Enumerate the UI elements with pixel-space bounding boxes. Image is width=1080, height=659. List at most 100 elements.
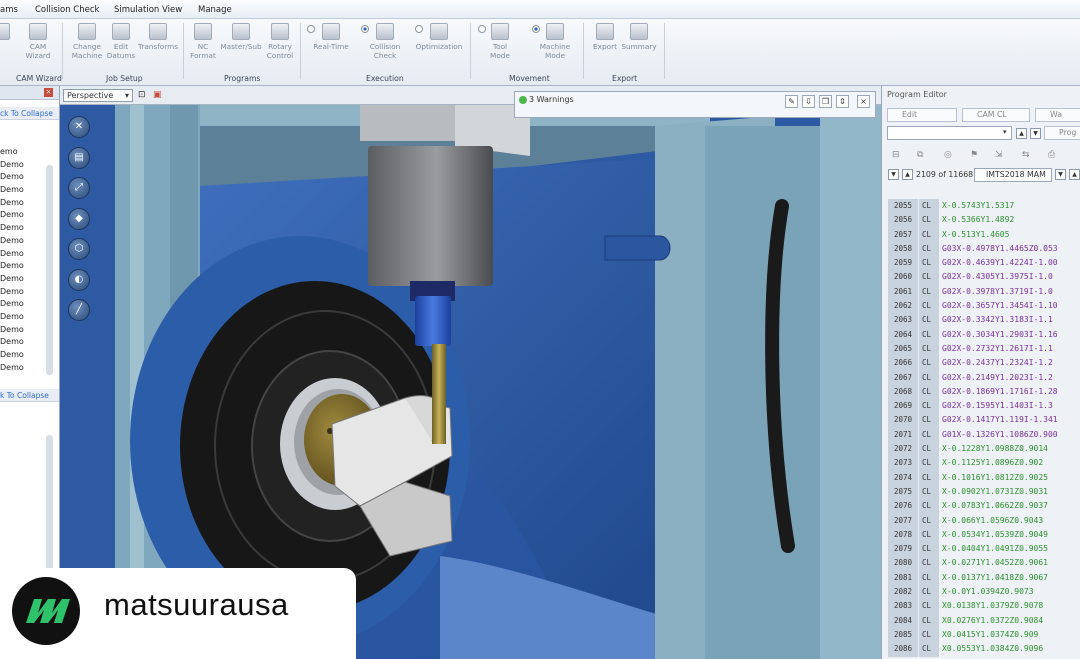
- close-warnings-icon[interactable]: ×: [857, 95, 870, 108]
- contrast-icon[interactable]: ◐: [68, 268, 90, 291]
- edit-icon[interactable]: ✎: [785, 95, 798, 108]
- code-line[interactable]: 2076 CL X-0.0783Y1.0662Z0.9037: [888, 499, 1080, 514]
- change-machine-button[interactable]: Change Machine: [69, 21, 105, 73]
- tab-manage[interactable]: Manage: [198, 5, 232, 15]
- nc-code-listing[interactable]: 2055 CL X-0.5743Y1.5317 2056 CL X-0.5366Y1.48…: [888, 199, 1080, 657]
- prev-line-icon[interactable]: ▼: [888, 169, 899, 180]
- cam-wizard-button[interactable]: CAM Wizard: [22, 21, 54, 73]
- code-line[interactable]: 2082 CL X-0.0Y1.0394Z0.9073: [888, 585, 1080, 600]
- real-time-label: Real-Time: [313, 42, 349, 51]
- toolpath-icon[interactable]: ⤢: [68, 177, 90, 199]
- code-line[interactable]: 2078 CL X-0.0534Y1.0539Z0.9049: [888, 527, 1080, 543]
- goto-icon[interactable]: ⇲: [995, 150, 1003, 160]
- code-line[interactable]: 2071 CL G01X-0.1326Y1.1086Z0.900: [888, 427, 1080, 443]
- tree-item[interactable]: emo: [0, 146, 59, 159]
- close-view-icon[interactable]: ▣: [153, 90, 162, 100]
- compare-icon[interactable]: ⇆: [1022, 150, 1030, 160]
- prog-button[interactable]: Prog: [1044, 126, 1080, 140]
- master-sub-button[interactable]: Master/Sub: [219, 21, 263, 73]
- line-type: CL: [919, 542, 939, 557]
- code-line[interactable]: 2064 CL G02X-0.3034Y1.2903I-1.16: [888, 327, 1080, 342]
- find-icon[interactable]: ⊟: [892, 150, 900, 160]
- line-number: 2076: [888, 499, 918, 514]
- code-line[interactable]: 2057 CL X-0.513Y1.4605: [888, 227, 1080, 242]
- code-line[interactable]: 2060 CL G02X-0.4305Y1.3975I-1.0: [888, 270, 1080, 285]
- export-warnings-icon[interactable]: ⇩: [802, 95, 815, 108]
- close-icon[interactable]: ×: [44, 88, 53, 97]
- axes-icon[interactable]: ✕: [68, 116, 90, 138]
- summary-button[interactable]: Summary: [620, 21, 658, 73]
- code-line[interactable]: 2072 CL X-0.1228Y1.0988Z0.9014: [888, 442, 1080, 457]
- measure-icon[interactable]: ╱: [68, 299, 90, 321]
- warnings-toggle[interactable]: Wa: [1035, 108, 1080, 122]
- code-line[interactable]: 2077 CL X-0.066Y1.0596Z0.9043: [888, 513, 1080, 528]
- code-line[interactable]: 2059 CL G02X-0.4639Y1.4224I-1.00: [888, 256, 1080, 271]
- optimization-label: Optimization: [415, 42, 463, 51]
- code-line[interactable]: 2061 CL G02X-0.3978Y1.3719I-1.0: [888, 284, 1080, 300]
- code-line[interactable]: 2083 CL X0.0138Y1.0379Z0.9078: [888, 599, 1080, 614]
- code-line[interactable]: 2075 CL X-0.0902Y1.0731Z0.9031: [888, 484, 1080, 500]
- code-line[interactable]: 2085 CL X0.0415Y1.0374Z0.909: [888, 627, 1080, 643]
- down-arrow-icon[interactable]: ▼: [1055, 169, 1066, 180]
- code-line[interactable]: 2058 CL G03X-0.4978Y1.4465Z0.053: [888, 241, 1080, 257]
- code-line[interactable]: 2080 CL X-0.0271Y1.0452Z0.9061: [888, 556, 1080, 571]
- code-line[interactable]: 2084 CL X0.0276Y1.0372Z0.9084: [888, 613, 1080, 628]
- collision-check-button[interactable]: Collision Check: [364, 21, 406, 73]
- cube-view-icon[interactable]: ◆: [68, 207, 90, 230]
- cam-cl-toggle[interactable]: CAM CL: [962, 108, 1030, 122]
- code-line[interactable]: 2070 CL G02X-0.1417Y1.119I-1.341: [888, 413, 1080, 428]
- line-code: X0.0553Y1.0384Z0.9096: [942, 644, 1044, 654]
- code-line[interactable]: 2069 CL G02X-0.1595Y1.1403I-1.3: [888, 399, 1080, 414]
- collapse-link-top[interactable]: ck To Collapse: [0, 107, 59, 120]
- line-code: X-0.0404Y1.0491Z0.9055: [942, 544, 1048, 554]
- view-mode-select[interactable]: Perspective ▾: [63, 89, 133, 102]
- down-arrow-icon[interactable]: ▼: [1030, 128, 1041, 139]
- code-line[interactable]: 2081 CL X-0.0137Y1.0418Z0.9067: [888, 570, 1080, 586]
- ribbon-cut-off-button[interactable]: [0, 21, 10, 73]
- copy-icon[interactable]: ❐: [819, 95, 832, 108]
- settings-icon[interactable]: ◎: [944, 150, 952, 160]
- flag-icon[interactable]: ⚑: [970, 150, 978, 160]
- file-select[interactable]: IMTS2018 MAM: [974, 168, 1052, 182]
- next-line-icon[interactable]: ▲: [902, 169, 913, 180]
- tree-scrollbar[interactable]: [46, 165, 53, 375]
- code-line[interactable]: 2065 CL G02X-0.2732Y1.2617I-1.1: [888, 341, 1080, 357]
- optimization-button[interactable]: Optimization: [412, 21, 466, 73]
- tool-mode-button[interactable]: Tool Mode: [484, 21, 516, 73]
- program-select[interactable]: [887, 126, 1012, 140]
- pin-icon[interactable]: ⊡: [138, 90, 146, 100]
- copy-lines-icon[interactable]: ⧉: [917, 150, 923, 160]
- transforms-button[interactable]: Transforms: [137, 21, 179, 73]
- edit-datums-button[interactable]: Edit Datums: [106, 21, 136, 73]
- code-line[interactable]: 2086 CL X0.0553Y1.0384Z0.9096: [888, 642, 1080, 657]
- code-line[interactable]: 2056 CL X-0.5366Y1.4892: [888, 213, 1080, 228]
- tab-programs[interactable]: ams: [0, 5, 18, 15]
- code-line[interactable]: 2067 CL G02X-0.2149Y1.2023I-1.2: [888, 370, 1080, 385]
- code-line[interactable]: 2055 CL X-0.5743Y1.5317: [888, 199, 1080, 214]
- edit-button[interactable]: Edit: [887, 108, 957, 122]
- code-line[interactable]: 2066 CL G02X-0.2437Y1.2324I-1.2: [888, 356, 1080, 371]
- scroll-arrows-icon[interactable]: ⇕: [836, 95, 849, 108]
- tab-collision-check[interactable]: Collision Check: [35, 5, 99, 15]
- code-line[interactable]: 2068 CL G02X-0.1869Y1.1716I-1.28: [888, 384, 1080, 400]
- export-button[interactable]: Export: [591, 21, 619, 73]
- code-line[interactable]: 2079 CL X-0.0404Y1.0491Z0.9055: [888, 542, 1080, 557]
- rotary-control-button[interactable]: Rotary Control: [264, 21, 296, 73]
- tab-simulation-view[interactable]: Simulation View: [114, 5, 182, 15]
- machine-mode-button[interactable]: Machine Mode: [535, 21, 575, 73]
- code-line[interactable]: 2062 CL G02X-0.3657Y1.3454I-1.10: [888, 299, 1080, 314]
- spindle-body: [368, 146, 493, 286]
- wireframe-icon[interactable]: ⬡: [68, 238, 90, 260]
- line-type: CL: [919, 599, 939, 614]
- up-arrow-icon[interactable]: ▲: [1069, 169, 1080, 180]
- print-icon[interactable]: ⎙: [1048, 150, 1055, 160]
- code-line[interactable]: 2063 CL G02X-0.3342Y1.3183I-1.1: [888, 313, 1080, 328]
- code-line[interactable]: 2073 CL X-0.1125Y1.0896Z0.902: [888, 456, 1080, 471]
- real-time-button[interactable]: Real-Time: [310, 21, 352, 73]
- toolbar-icon[interactable]: ▤: [68, 146, 90, 169]
- collapse-link-bottom[interactable]: k To Collapse: [0, 389, 59, 402]
- nc-format-button[interactable]: NC Format: [188, 21, 218, 73]
- warnings-label[interactable]: 3 Warnings: [529, 95, 574, 104]
- up-arrow-icon[interactable]: ▲: [1016, 128, 1027, 139]
- code-line[interactable]: 2074 CL X-0.1016Y1.0812Z0.9025: [888, 470, 1080, 485]
